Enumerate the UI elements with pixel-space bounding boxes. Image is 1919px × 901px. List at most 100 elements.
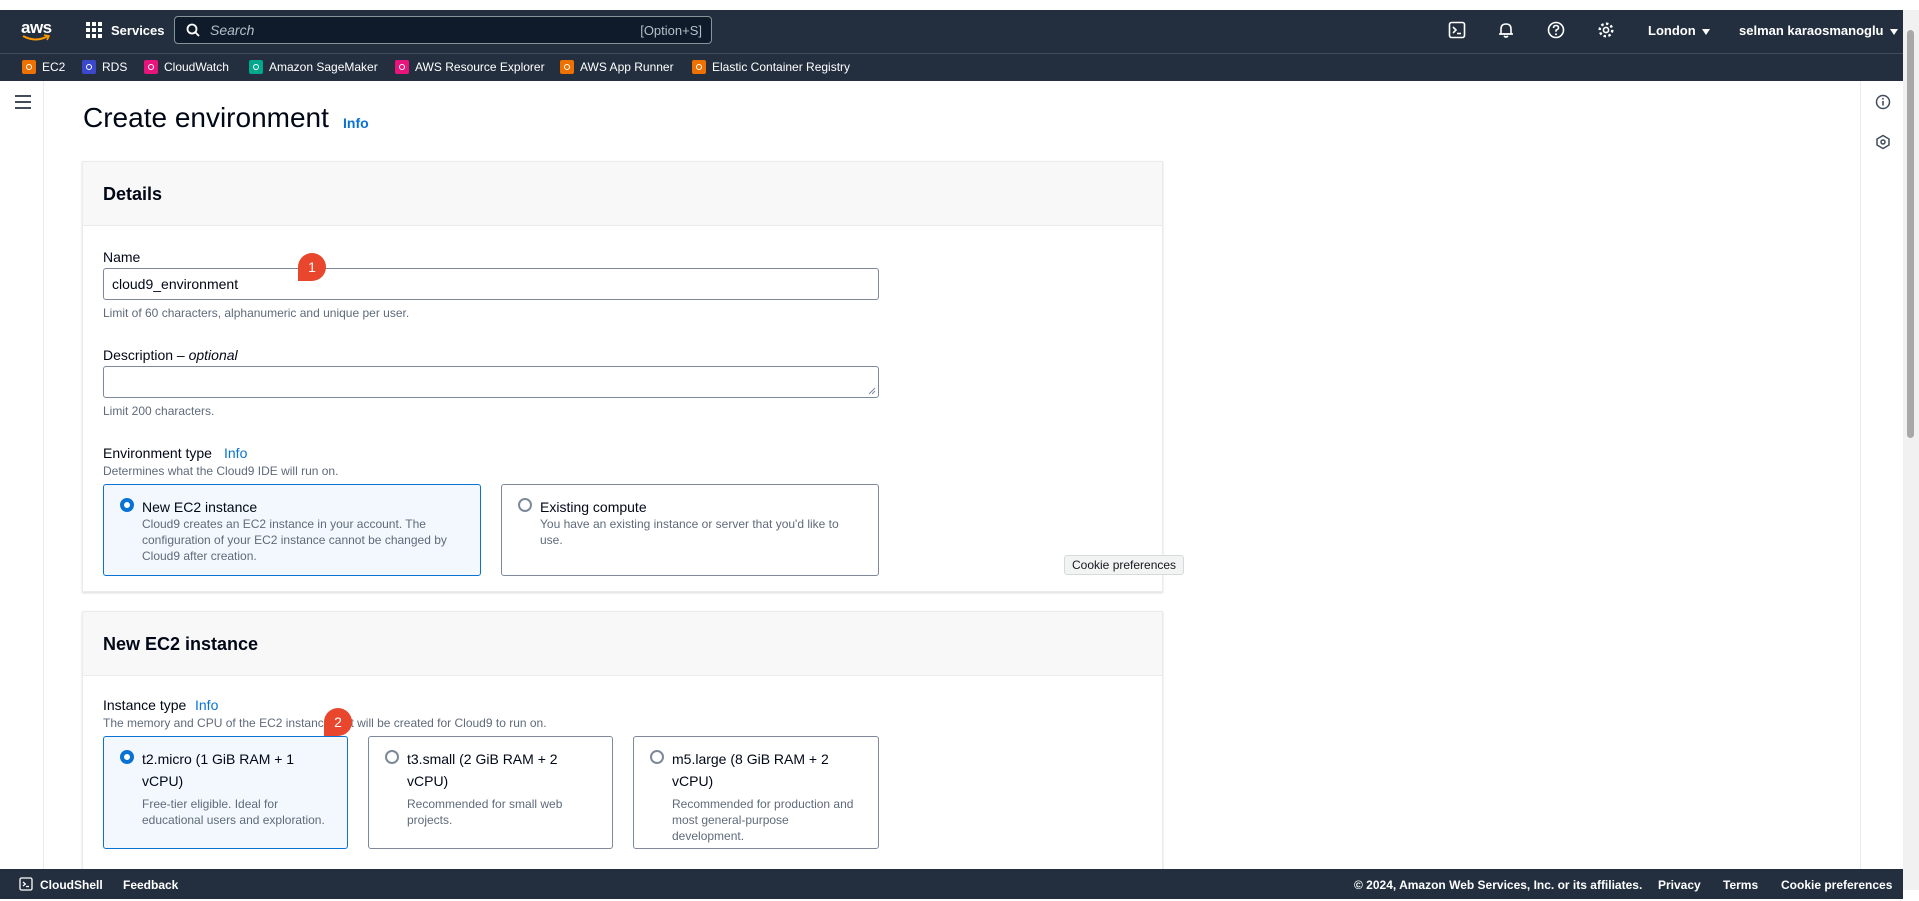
radio-selected[interactable]: [120, 750, 134, 764]
cookie-preferences-tooltip[interactable]: Cookie preferences: [1064, 555, 1185, 575]
cloudshell-icon[interactable]: [1448, 21, 1466, 39]
cloudshell-icon: [19, 877, 33, 891]
radio-unselected[interactable]: [385, 750, 399, 764]
footer-cloudshell-link[interactable]: CloudShell: [40, 878, 103, 892]
tile-title-line: vCPU): [142, 773, 184, 789]
search-bar[interactable]: [Option+S]: [174, 16, 712, 44]
env-option-existing-compute[interactable]: Existing compute You have an existing in…: [501, 484, 879, 576]
ecr-icon: [692, 60, 706, 74]
favorite-ec2[interactable]: EC2: [22, 60, 65, 74]
tile-desc-line: use.: [540, 533, 563, 547]
tile-title-line: t3.small (2 GiB RAM + 2: [407, 751, 558, 767]
page-info-link[interactable]: Info: [343, 115, 369, 131]
footer: CloudShell Feedback © 2024, Amazon Web S…: [0, 869, 1903, 899]
environment-type-label: Environment type: [103, 445, 212, 461]
account-name: selman karaosmanoglu: [1739, 23, 1884, 38]
favorite-label: CloudWatch: [164, 60, 229, 74]
instance-option-t3-small[interactable]: t3.small (2 GiB RAM + 2 vCPU) Recommende…: [368, 736, 613, 849]
favorite-sagemaker[interactable]: Amazon SageMaker: [249, 60, 378, 74]
new-ec2-instance-container: New EC2 instance Instance type Info The …: [82, 611, 1163, 869]
resize-handle-icon[interactable]: [868, 387, 876, 395]
radio-unselected[interactable]: [650, 750, 664, 764]
app-runner-icon: [560, 60, 574, 74]
tile-desc-line: development.: [672, 829, 745, 843]
footer-cookie-preferences-link[interactable]: Cookie preferences: [1781, 878, 1892, 892]
grid-icon: [86, 22, 102, 38]
favorite-label: EC2: [42, 60, 66, 74]
annotation-badge-number: 2: [334, 714, 342, 730]
tile-title: Existing compute: [540, 499, 647, 515]
instance-option-t2-micro[interactable]: t2.micro (1 GiB RAM + 1 vCPU) Free-tier …: [103, 736, 348, 849]
name-input[interactable]: [103, 268, 879, 300]
name-label: Name: [103, 249, 141, 265]
tile-title-line: m5.large (8 GiB RAM + 2: [672, 751, 829, 767]
chevron-down-icon: [1889, 28, 1898, 35]
annotation-badge-number: 1: [308, 259, 316, 275]
services-menu-button[interactable]: Services: [86, 20, 165, 40]
environment-type-hint: Determines what the Cloud9 IDE will run …: [103, 464, 339, 478]
description-label-text: Description –: [103, 347, 185, 363]
menu-hamburger-icon[interactable]: [15, 95, 31, 109]
page-scrollbar-thumb[interactable]: [1907, 30, 1914, 438]
tutorial-panel-icon[interactable]: [1875, 134, 1891, 150]
region-selector[interactable]: London: [1648, 23, 1710, 38]
sagemaker-icon: [249, 60, 263, 74]
details-heading: Details: [103, 184, 163, 204]
name-hint: Limit of 60 characters, alphanumeric and…: [103, 306, 410, 320]
description-label: Description – optional: [103, 347, 238, 363]
description-hint: Limit 200 characters.: [103, 404, 215, 418]
instance-option-m5-large[interactable]: m5.large (8 GiB RAM + 2 vCPU) Recommende…: [633, 736, 879, 849]
description-textarea[interactable]: [103, 366, 879, 398]
resource-explorer-icon: [395, 60, 409, 74]
tools-panel-rail: [1860, 81, 1903, 869]
footer-terms-link[interactable]: Terms: [1723, 878, 1758, 892]
top-navigation-primary: aws Services [Option+S]: [0, 10, 1903, 50]
help-icon[interactable]: [1547, 21, 1565, 39]
notifications-bell-icon[interactable]: [1497, 21, 1515, 39]
tile-title-line: vCPU): [672, 773, 714, 789]
info-panel-icon[interactable]: [1875, 94, 1891, 110]
env-option-new-ec2[interactable]: New EC2 instance Cloud9 creates an EC2 i…: [103, 484, 481, 576]
favorite-label: AWS App Runner: [580, 60, 674, 74]
footer-privacy-link[interactable]: Privacy: [1658, 878, 1701, 892]
main-content: Create environment Info Details Name Lim…: [45, 81, 1860, 869]
radio-unselected[interactable]: [518, 498, 532, 512]
tile-title-line: t2.micro (1 GiB RAM + 1: [142, 751, 295, 767]
footer-feedback-link[interactable]: Feedback: [123, 878, 178, 892]
instance-type-info-link[interactable]: Info: [195, 697, 218, 713]
annotation-badge: 1: [298, 253, 326, 281]
new-ec2-instance-header: New EC2 instance: [83, 612, 1162, 676]
tile-desc-line: educational users and exploration.: [142, 813, 325, 827]
top-navigation: aws Services [Option+S]: [0, 10, 1903, 81]
favorite-app-runner[interactable]: AWS App Runner: [560, 60, 674, 74]
annotation-badge: 2: [324, 708, 352, 736]
description-optional: optional: [188, 347, 238, 363]
tile-desc-line: Free-tier eligible. Ideal for: [142, 797, 279, 811]
favorites-bar: EC2 RDS CloudWatch Amazon SageMaker AWS …: [0, 53, 1903, 79]
services-label: Services: [111, 22, 165, 38]
tile-desc-line: Cloud9 after creation.: [142, 549, 257, 563]
favorite-resource-explorer[interactable]: AWS Resource Explorer: [395, 60, 545, 74]
side-navigation-rail: [0, 81, 44, 869]
details-header: Details: [83, 162, 1162, 226]
cloudwatch-icon: [144, 60, 158, 74]
favorite-cloudwatch[interactable]: CloudWatch: [144, 60, 229, 74]
environment-type-info-link[interactable]: Info: [224, 445, 247, 461]
instance-type-label: Instance type: [103, 697, 187, 713]
region-label: London: [1648, 23, 1696, 38]
details-container: Details Name Limit of 60 characters, alp…: [82, 161, 1163, 592]
account-menu[interactable]: selman karaosmanoglu: [1739, 23, 1898, 38]
radio-selected[interactable]: [120, 498, 134, 512]
favorite-label: RDS: [102, 60, 128, 74]
favorite-label: AWS Resource Explorer: [415, 60, 545, 74]
tile-title-line: vCPU): [407, 773, 449, 789]
page-title: Create environment: [83, 102, 329, 133]
search-input[interactable]: [210, 22, 610, 38]
tile-desc-line: most general-purpose: [672, 813, 789, 827]
settings-gear-icon[interactable]: [1597, 21, 1615, 39]
footer-copyright: © 2024, Amazon Web Services, Inc. or its…: [1354, 878, 1643, 892]
favorite-ecr[interactable]: Elastic Container Registry: [692, 60, 850, 74]
new-ec2-instance-heading: New EC2 instance: [103, 634, 259, 654]
favorite-rds[interactable]: RDS: [82, 60, 127, 74]
aws-logo[interactable]: aws: [20, 16, 54, 42]
